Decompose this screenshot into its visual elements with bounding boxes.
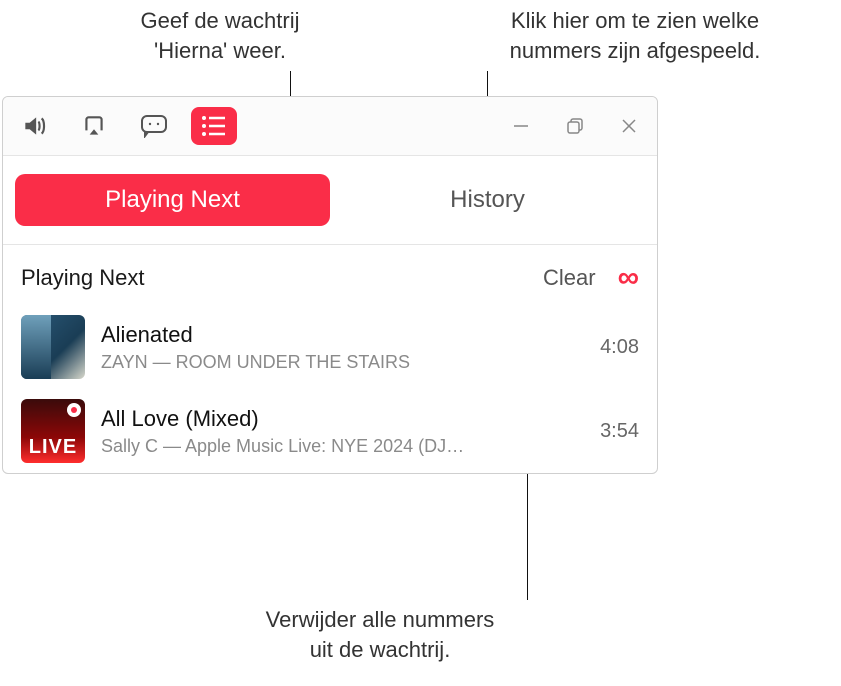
tab-history[interactable]: History xyxy=(330,174,645,226)
autoplay-toggle[interactable]: ∞ xyxy=(618,261,639,295)
lyrics-icon xyxy=(140,114,168,138)
volume-icon xyxy=(21,113,47,139)
track-duration: 4:08 xyxy=(600,336,639,359)
track-subtitle: ZAYN — ROOM UNDER THE STAIRS xyxy=(101,352,584,373)
lyrics-button[interactable] xyxy=(131,107,177,145)
track-title: All Love (Mixed) xyxy=(101,406,584,432)
album-art-label: LIVE xyxy=(29,436,77,463)
airplay-icon xyxy=(81,113,107,139)
track-title: Alienated xyxy=(101,322,584,348)
toolbar-left xyxy=(11,107,237,145)
airplay-button[interactable] xyxy=(71,107,117,145)
close-button[interactable] xyxy=(615,112,643,140)
minimize-icon xyxy=(512,117,530,135)
album-art xyxy=(21,315,85,379)
maximize-icon xyxy=(566,117,584,135)
tab-label: History xyxy=(450,186,525,213)
close-icon xyxy=(620,117,638,135)
clear-queue-button[interactable]: Clear xyxy=(543,265,596,291)
list-icon xyxy=(201,115,227,137)
album-art: LIVE xyxy=(21,399,85,463)
queue-header: Playing Next Clear ∞ xyxy=(3,245,657,305)
callout-clear: Verwijder alle nummers uit de wachtrij. xyxy=(180,605,580,664)
toolbar xyxy=(3,97,657,156)
music-miniplayer-window: Playing Next History Playing Next Clear … xyxy=(2,96,658,474)
minimize-button[interactable] xyxy=(507,112,535,140)
tab-playing-next[interactable]: Playing Next xyxy=(15,174,330,226)
track-info: Alienated ZAYN — ROOM UNDER THE STAIRS xyxy=(101,322,584,373)
track-row[interactable]: LIVE All Love (Mixed) Sally C — Apple Mu… xyxy=(3,389,657,473)
maximize-button[interactable] xyxy=(561,112,589,140)
track-row[interactable]: Alienated ZAYN — ROOM UNDER THE STAIRS 4… xyxy=(3,305,657,389)
playing-next-button[interactable] xyxy=(191,107,237,145)
track-info: All Love (Mixed) Sally C — Apple Music L… xyxy=(101,406,584,457)
tab-label: Playing Next xyxy=(105,186,240,213)
volume-button[interactable] xyxy=(11,107,57,145)
track-duration: 3:54 xyxy=(600,420,639,443)
queue-header-actions: Clear ∞ xyxy=(543,261,639,295)
window-controls xyxy=(507,112,643,140)
callout-history: Klik hier om te zien welke nummers zijn … xyxy=(440,6,830,65)
track-subtitle: Sally C — Apple Music Live: NYE 2024 (DJ… xyxy=(101,436,584,457)
callout-queue: Geef de wachtrij 'Hierna' weer. xyxy=(60,6,380,65)
queue-tabs: Playing Next History xyxy=(3,156,657,245)
queue-header-title: Playing Next xyxy=(21,265,145,291)
